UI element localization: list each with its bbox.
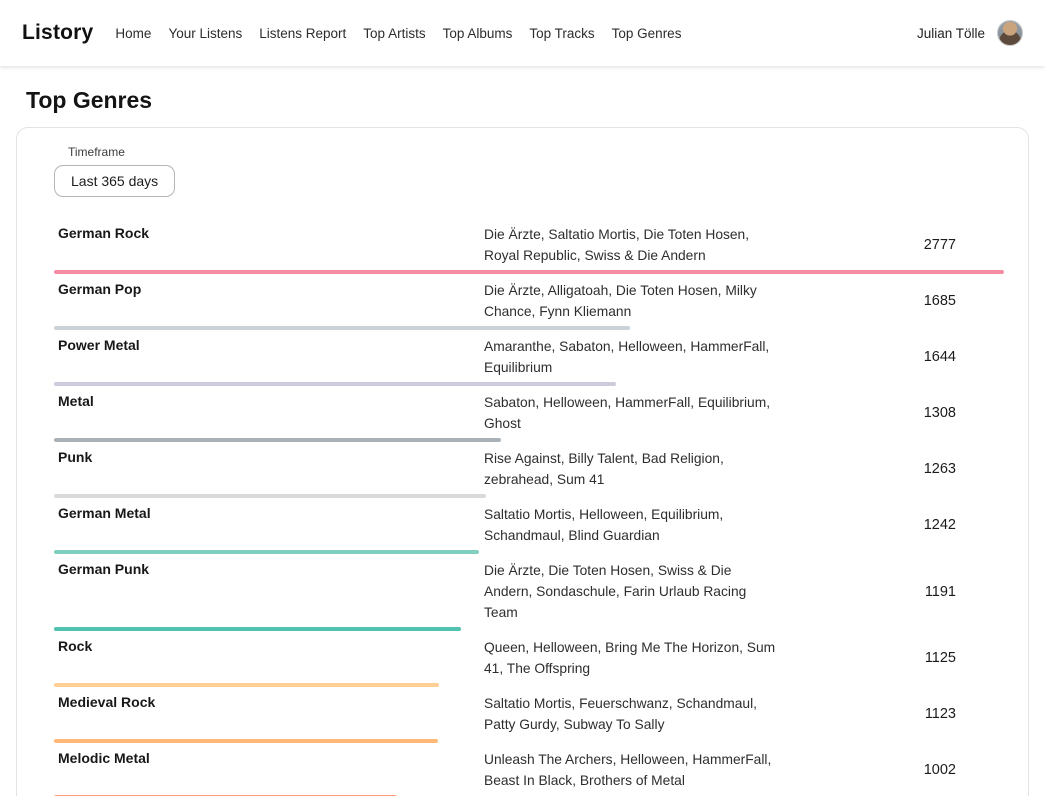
table-row: Melodic Metal Unleash The Archers, Hello… xyxy=(54,743,1004,796)
user-area: Julian Tölle xyxy=(917,20,1023,46)
timeframe-select[interactable]: Last 365 days xyxy=(54,165,175,197)
genre-bar xyxy=(54,382,616,386)
artist-list: Queen, Helloween, Bring Me The Horizon, … xyxy=(484,637,776,679)
genre-bar xyxy=(54,550,479,554)
top-genres-card: Timeframe Last 365 days German Rock Die … xyxy=(16,127,1029,796)
listen-count: 1644 xyxy=(924,349,1004,365)
nav-item-top-albums[interactable]: Top Albums xyxy=(443,26,513,41)
genre-bar-track xyxy=(54,438,1004,442)
user-name[interactable]: Julian Tölle xyxy=(917,26,985,41)
genre-name: Melodic Metal xyxy=(54,749,484,791)
genre-bar xyxy=(54,683,439,687)
page-title: Top Genres xyxy=(26,87,1045,114)
genre-bar-track xyxy=(54,627,1004,631)
nav-item-top-tracks[interactable]: Top Tracks xyxy=(529,26,594,41)
genre-name: German Punk xyxy=(54,560,484,623)
genre-bar-track xyxy=(54,739,1004,743)
listen-count: 1685 xyxy=(924,293,1004,309)
timeframe-label: Timeframe xyxy=(68,145,1004,159)
genre-bar xyxy=(54,270,1004,274)
table-row: German Pop Die Ärzte, Alligatoah, Die To… xyxy=(54,274,1004,330)
app-window: Listory Home Your Listens Listens Report To… xyxy=(0,0,1045,796)
table-row: Power Metal Amaranthe, Sabaton, Hellowee… xyxy=(54,330,1004,386)
artist-list: Saltatio Mortis, Helloween, Equilibrium,… xyxy=(484,504,776,546)
listen-count: 1002 xyxy=(924,762,1004,778)
artist-list: Saltatio Mortis, Feuerschwanz, Schandmau… xyxy=(484,693,776,735)
nav-item-home[interactable]: Home xyxy=(115,26,151,41)
table-row: German Metal Saltatio Mortis, Helloween,… xyxy=(54,498,1004,554)
nav-item-listens-report[interactable]: Listens Report xyxy=(259,26,346,41)
artist-list: Rise Against, Billy Talent, Bad Religion… xyxy=(484,448,776,490)
listen-count: 1125 xyxy=(925,650,1004,666)
listen-count: 1191 xyxy=(925,584,1004,600)
genre-bar-track xyxy=(54,382,1004,386)
genre-bar xyxy=(54,627,461,631)
genre-bar xyxy=(54,494,486,498)
genre-name: Medieval Rock xyxy=(54,693,484,735)
genre-bar-track xyxy=(54,326,1004,330)
listen-count: 1242 xyxy=(924,517,1004,533)
user-avatar[interactable] xyxy=(997,20,1023,46)
table-row: Rock Queen, Helloween, Bring Me The Hori… xyxy=(54,631,1004,687)
app-header: Listory Home Your Listens Listens Report To… xyxy=(0,0,1045,66)
nav-item-your-listens[interactable]: Your Listens xyxy=(168,26,242,41)
listen-count: 1123 xyxy=(925,706,1004,722)
genre-name: Punk xyxy=(54,448,484,490)
artist-list: Die Ärzte, Saltatio Mortis, Die Toten Ho… xyxy=(484,224,776,266)
table-row: German Punk Die Ärzte, Die Toten Hosen, … xyxy=(54,554,1004,631)
genre-bar xyxy=(54,326,630,330)
genre-bar xyxy=(54,739,438,743)
artist-list: Sabaton, Helloween, HammerFall, Equilibr… xyxy=(484,392,776,434)
table-row: Punk Rise Against, Billy Talent, Bad Rel… xyxy=(54,442,1004,498)
genre-name: Rock xyxy=(54,637,484,679)
genre-bar-track xyxy=(54,270,1004,274)
genre-bar-track xyxy=(54,550,1004,554)
genre-bar-track xyxy=(54,494,1004,498)
nav-item-top-artists[interactable]: Top Artists xyxy=(363,26,425,41)
top-nav: Home Your Listens Listens Report Top Artist… xyxy=(115,26,681,41)
listen-count: 1308 xyxy=(924,405,1004,421)
nav-item-top-genres[interactable]: Top Genres xyxy=(612,26,682,41)
table-row: German Rock Die Ärzte, Saltatio Mortis, … xyxy=(54,218,1004,274)
genre-bar xyxy=(54,438,501,442)
genre-name: Metal xyxy=(54,392,484,434)
genre-name: Power Metal xyxy=(54,336,484,378)
genre-name: German Pop xyxy=(54,280,484,322)
table-row: Medieval Rock Saltatio Mortis, Feuerschw… xyxy=(54,687,1004,743)
table-row: Metal Sabaton, Helloween, HammerFall, Eq… xyxy=(54,386,1004,442)
genre-table: German Rock Die Ärzte, Saltatio Mortis, … xyxy=(54,218,1004,796)
genre-name: German Rock xyxy=(54,224,484,266)
artist-list: Die Ärzte, Die Toten Hosen, Swiss & Die … xyxy=(484,560,776,623)
artist-list: Amaranthe, Sabaton, Helloween, HammerFal… xyxy=(484,336,776,378)
listen-count: 2777 xyxy=(924,237,1004,253)
artist-list: Unleash The Archers, Helloween, HammerFa… xyxy=(484,749,776,791)
listen-count: 1263 xyxy=(924,461,1004,477)
artist-list: Die Ärzte, Alligatoah, Die Toten Hosen, … xyxy=(484,280,776,322)
genre-bar-track xyxy=(54,683,1004,687)
genre-name: German Metal xyxy=(54,504,484,546)
app-logo[interactable]: Listory xyxy=(22,21,93,45)
